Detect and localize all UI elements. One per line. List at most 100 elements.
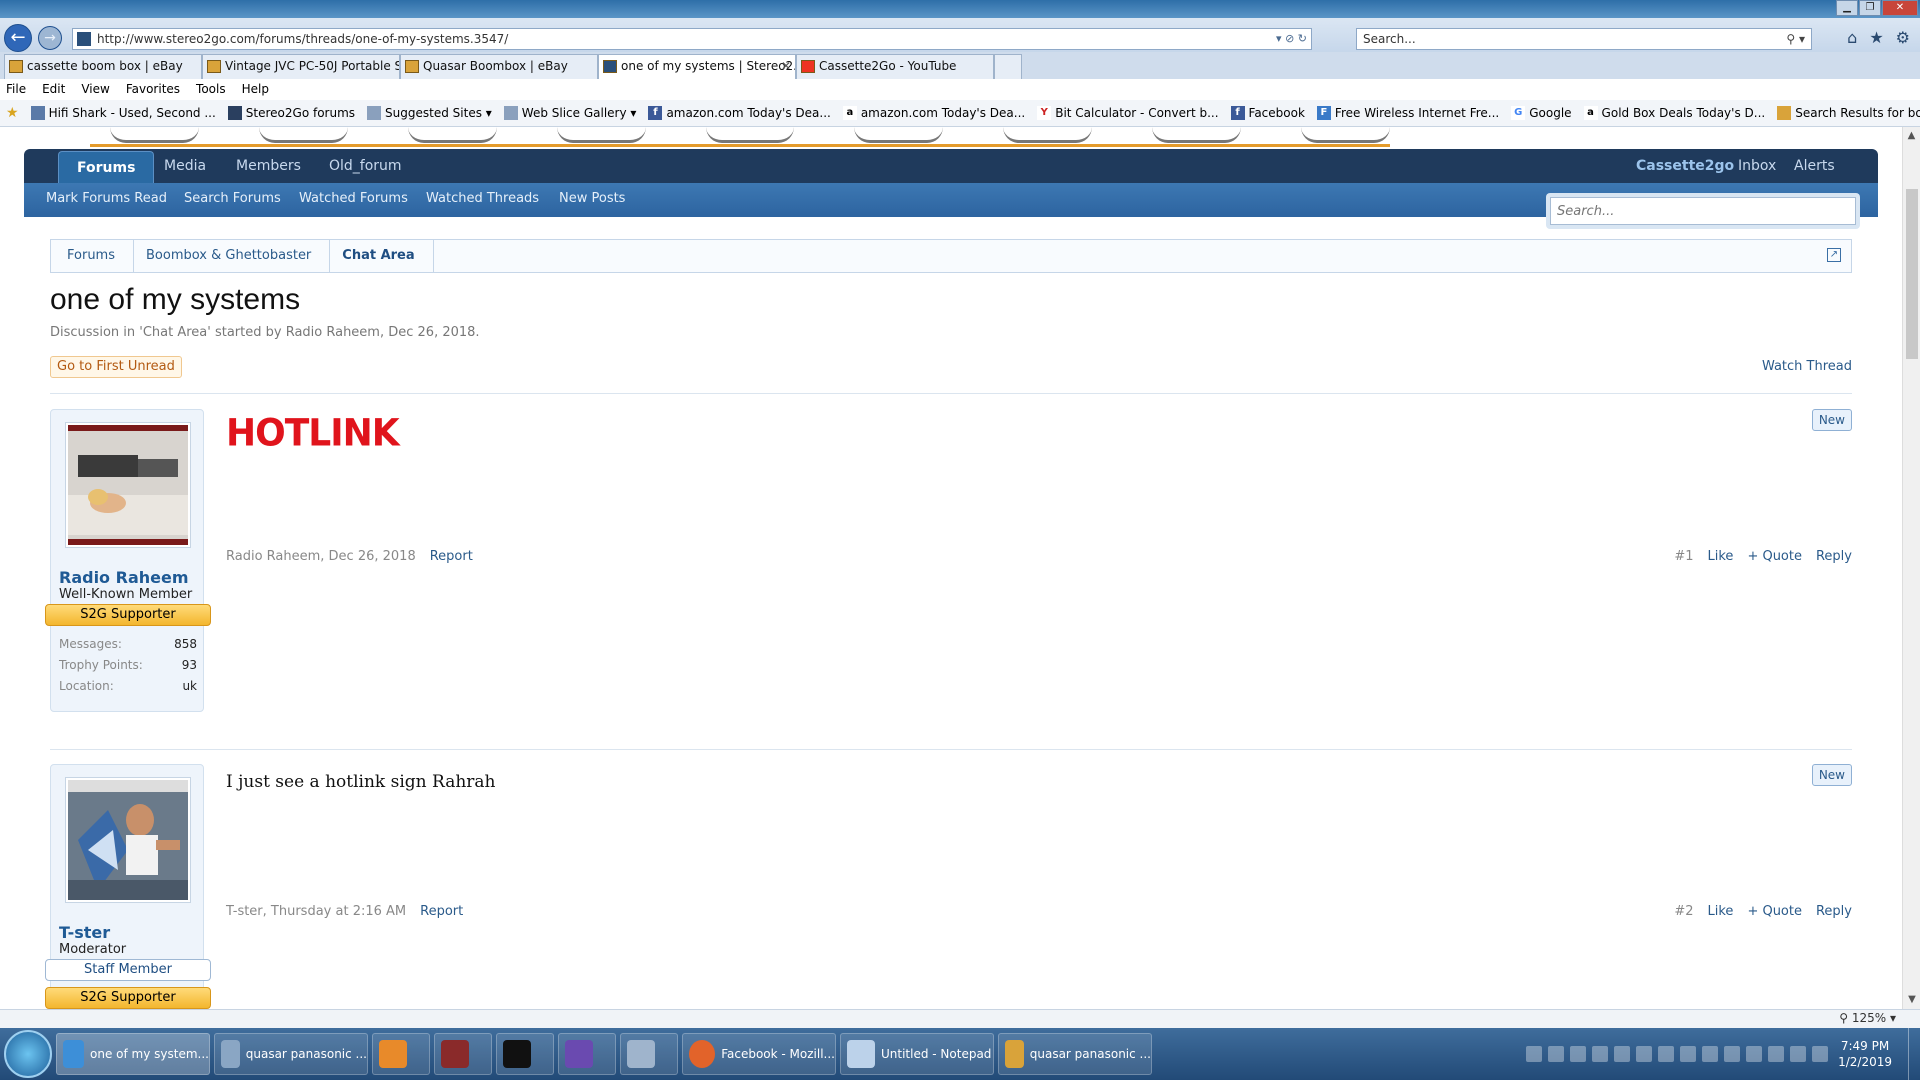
favorites-star-icon[interactable]: ★ — [1869, 28, 1883, 47]
taskbar-item-ie[interactable]: one of my system... — [56, 1033, 210, 1075]
quote-link[interactable]: + Quote — [1747, 904, 1802, 919]
menu-view[interactable]: View — [81, 79, 109, 100]
nav-user-cassette2go[interactable]: Cassette2go — [1636, 149, 1734, 183]
watched-threads-link[interactable]: Watched Threads — [426, 183, 539, 215]
flag-icon[interactable] — [1790, 1046, 1807, 1062]
tray-icon[interactable] — [1658, 1046, 1675, 1062]
url-input[interactable]: http://www.stereo2go.com/forums/threads/… — [72, 28, 1312, 50]
watched-forums-link[interactable]: Watched Forums — [299, 183, 408, 215]
go-to-first-unread-button[interactable]: Go to First Unread — [50, 356, 182, 378]
back-arrow-icon[interactable]: ← — [4, 24, 32, 52]
tray-icon[interactable] — [1702, 1046, 1719, 1062]
taskbar-item-ebay[interactable]: quasar panasonic ... — [998, 1033, 1152, 1075]
volume-icon[interactable] — [1812, 1046, 1829, 1062]
forum-search-input[interactable] — [1550, 197, 1856, 225]
reply-link[interactable]: Reply — [1816, 549, 1852, 564]
nav-tab-media[interactable]: Media — [164, 149, 206, 183]
favorite-link[interactable]: F Free Wireless Internet Fre... — [1316, 106, 1499, 120]
new-posts-link[interactable]: New Posts — [559, 183, 625, 215]
tray-icon[interactable] — [1570, 1046, 1587, 1062]
browser-tab[interactable]: Cassette2Go - YouTube — [796, 54, 994, 79]
mark-forums-read-link[interactable]: Mark Forums Read — [46, 183, 167, 215]
network-icon[interactable] — [1768, 1046, 1785, 1062]
menu-favorites[interactable]: Favorites — [126, 79, 180, 100]
scroll-up-icon[interactable]: ▲ — [1903, 127, 1920, 145]
favorite-link[interactable]: Y Bit Calculator - Convert b... — [1037, 106, 1219, 120]
taskbar-item-search[interactable]: quasar panasonic ... — [214, 1033, 368, 1075]
browser-tab-active[interactable]: one of my systems | Stereo2... ✕ — [598, 54, 796, 79]
taskbar-item-firefox[interactable]: Facebook - Mozill... — [682, 1033, 836, 1075]
like-link[interactable]: Like — [1708, 549, 1734, 564]
search-icon[interactable]: ⚲ ▾ — [1786, 29, 1805, 49]
browser-tab[interactable]: cassette boom box | eBay — [4, 54, 202, 79]
tray-icon[interactable] — [1724, 1046, 1741, 1062]
breadcrumb-chat-area[interactable]: Chat Area — [330, 240, 434, 272]
nav-inbox[interactable]: Inbox — [1738, 149, 1776, 183]
favorite-link[interactable]: Hifi Shark - Used, Second ... — [30, 106, 216, 120]
taskbar-item-cmd[interactable] — [496, 1033, 554, 1075]
username[interactable]: Radio Raheem — [59, 568, 189, 587]
minimize-icon[interactable]: ▁ — [1836, 0, 1858, 16]
taskbar-item-notepad[interactable]: Untitled - Notepad — [840, 1033, 994, 1075]
avatar[interactable] — [65, 777, 191, 903]
browser-search-input[interactable]: Search... ⚲ ▾ — [1356, 28, 1812, 50]
post-number[interactable]: #2 — [1674, 904, 1693, 919]
breadcrumb-boombox[interactable]: Boombox & Ghettobaster — [134, 240, 331, 272]
close-window-icon[interactable]: ✕ — [1882, 0, 1918, 16]
tray-icon[interactable] — [1526, 1046, 1543, 1062]
favorite-link[interactable]: a amazon.com Today's Dea... — [842, 106, 1025, 120]
favorite-link[interactable]: Stereo2Go forums — [227, 106, 355, 120]
favorite-link[interactable]: Search Results for bombe... — [1777, 106, 1920, 120]
vertical-scrollbar[interactable]: ▲ ▼ — [1902, 127, 1920, 1009]
menu-tools[interactable]: Tools — [196, 79, 226, 100]
tray-icon[interactable] — [1680, 1046, 1697, 1062]
new-tab-button[interactable] — [994, 54, 1022, 79]
restore-icon[interactable]: ❐ — [1859, 0, 1881, 16]
favorite-link[interactable]: G Google — [1511, 106, 1572, 120]
start-button-icon[interactable] — [4, 1030, 52, 1078]
tray-icon[interactable] — [1636, 1046, 1653, 1062]
gear-icon[interactable]: ⚙ — [1896, 28, 1910, 47]
clock[interactable]: 7:49 PM 1/2/2019 — [1838, 1038, 1892, 1070]
nav-tab-forums[interactable]: Forums — [58, 151, 155, 183]
taskbar-item-vs[interactable] — [558, 1033, 616, 1075]
tray-icon[interactable] — [1548, 1046, 1565, 1062]
scroll-down-icon[interactable]: ▼ — [1903, 991, 1920, 1009]
nav-tab-members[interactable]: Members — [236, 149, 301, 183]
report-link[interactable]: Report — [420, 904, 463, 919]
forward-arrow-icon[interactable]: → — [38, 26, 62, 50]
reply-link[interactable]: Reply — [1816, 904, 1852, 919]
taskbar-item-media[interactable] — [372, 1033, 430, 1075]
avatar[interactable] — [65, 422, 191, 548]
tray-icon[interactable] — [1614, 1046, 1631, 1062]
favorite-link[interactable]: a Gold Box Deals Today's D... — [1583, 106, 1765, 120]
refresh-icon[interactable]: ▾ ⊘ ↻ — [1276, 29, 1307, 49]
show-desktop-button[interactable] — [1908, 1028, 1920, 1080]
report-link[interactable]: Report — [430, 549, 473, 564]
watch-thread-link[interactable]: Watch Thread — [1762, 359, 1852, 374]
scroll-thumb[interactable] — [1906, 189, 1918, 359]
favorite-link[interactable]: Web Slice Gallery ▾ — [503, 106, 636, 120]
zoom-level[interactable]: ⚲ 125% ▾ — [1839, 1011, 1896, 1025]
favorite-link[interactable]: Suggested Sites ▾ — [367, 106, 492, 120]
tray-icon[interactable] — [1592, 1046, 1609, 1062]
search-forums-link[interactable]: Search Forums — [184, 183, 281, 215]
favorite-link[interactable]: f Facebook — [1230, 106, 1305, 120]
nav-alerts[interactable]: Alerts — [1794, 149, 1835, 183]
post-author-date[interactable]: T-ster, Thursday at 2:16 AM — [226, 904, 406, 919]
browser-tab[interactable]: Quasar Boombox | eBay — [400, 54, 598, 79]
post-author-date[interactable]: Radio Raheem, Dec 26, 2018 — [226, 549, 416, 564]
taskbar-item-calc[interactable] — [620, 1033, 678, 1075]
breadcrumb-forums[interactable]: Forums — [55, 240, 134, 272]
browser-tab[interactable]: Vintage JVC PC-50J Portable St... — [202, 54, 400, 79]
taskbar-item-app[interactable] — [434, 1033, 492, 1075]
menu-file[interactable]: File — [6, 79, 26, 100]
menu-edit[interactable]: Edit — [42, 79, 65, 100]
favorites-star-icon[interactable]: ★ — [6, 105, 19, 121]
close-tab-icon[interactable]: ✕ — [781, 55, 791, 77]
username[interactable]: T-ster — [59, 923, 110, 942]
jump-to-icon[interactable]: ↗ — [1827, 248, 1841, 262]
like-link[interactable]: Like — [1708, 904, 1734, 919]
favorite-link[interactable]: f amazon.com Today's Dea... — [648, 106, 831, 120]
post-number[interactable]: #1 — [1674, 549, 1693, 564]
